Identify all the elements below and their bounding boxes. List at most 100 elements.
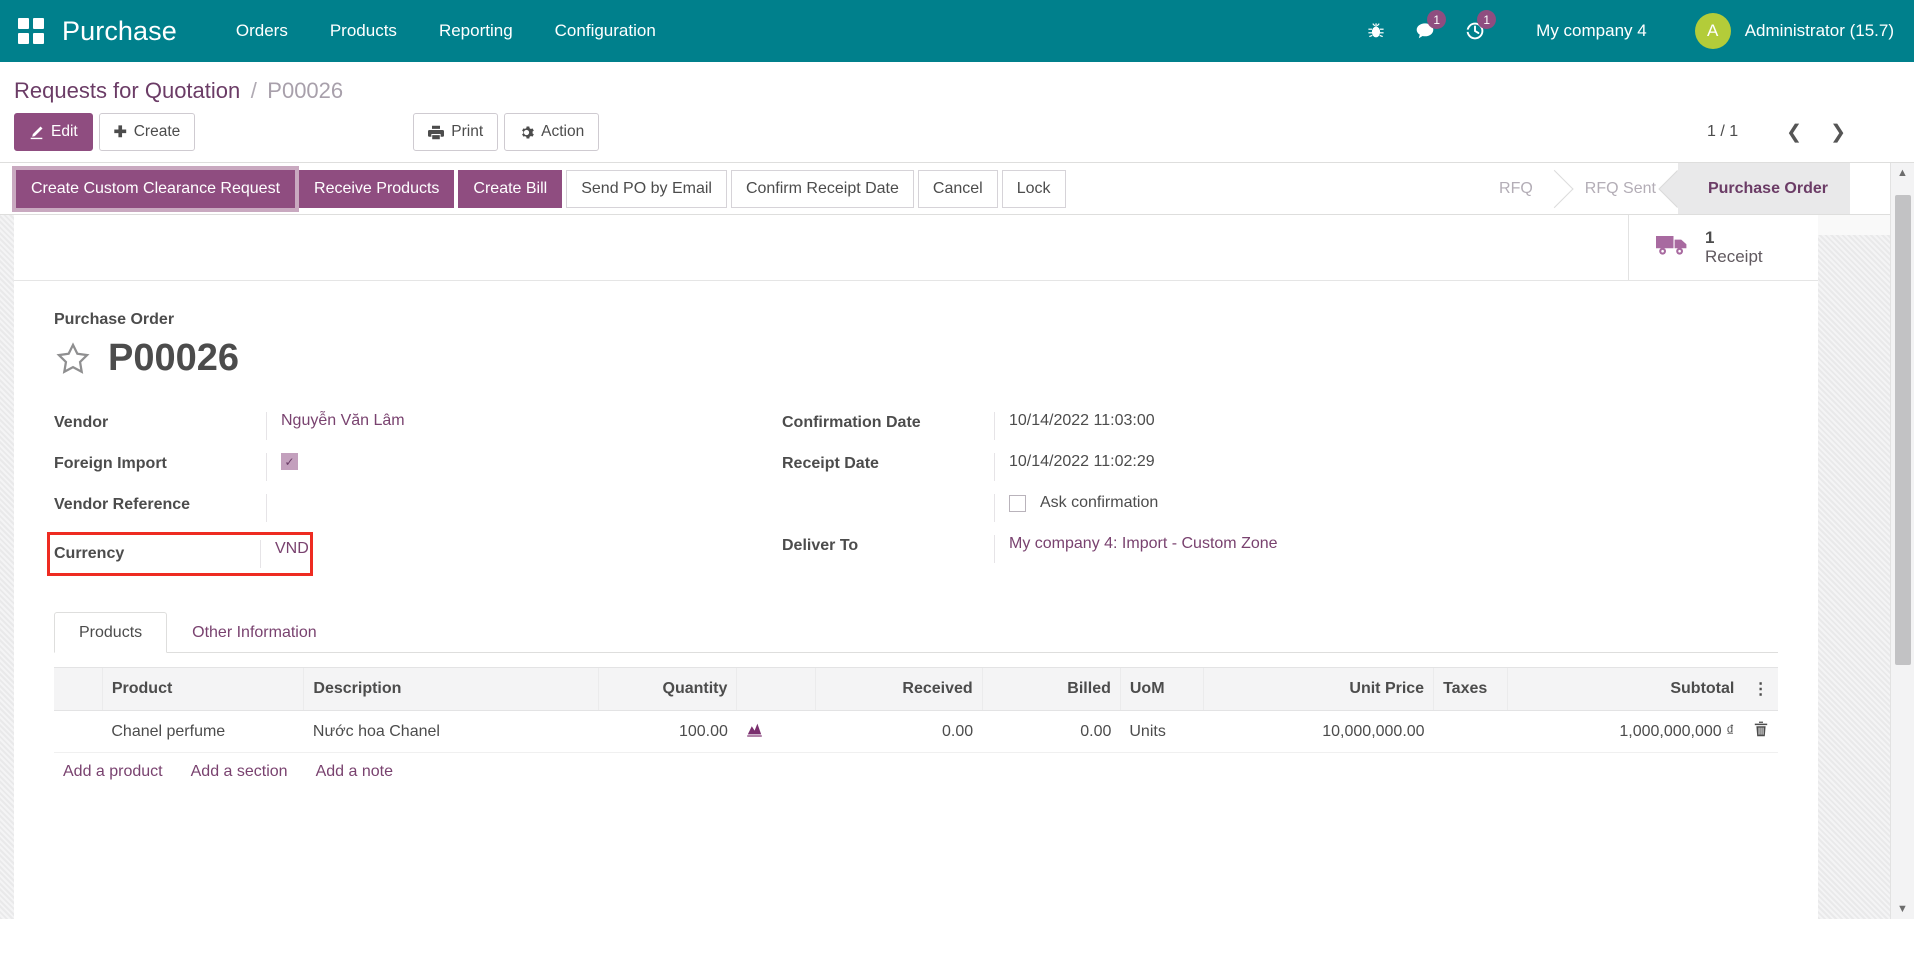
field-vendor-reference-value[interactable] <box>266 494 774 522</box>
form-view-container: Create Custom Clearance Request Receive … <box>0 162 1914 919</box>
apps-grid-icon[interactable] <box>0 0 62 62</box>
top-navbar: Purchase Orders Products Reporting Confi… <box>0 0 1914 62</box>
menu-reporting[interactable]: Reporting <box>418 0 534 62</box>
field-currency: Currency VND <box>50 535 310 573</box>
tab-other-information[interactable]: Other Information <box>167 612 342 653</box>
cell-billed[interactable]: 0.00 <box>982 711 1120 753</box>
messages-badge: 1 <box>1427 10 1446 29</box>
caret-down-icon[interactable]: ▼ <box>1891 899 1914 919</box>
receipt-count: 1 <box>1705 229 1763 247</box>
control-panel-actions: Print Action <box>413 113 599 151</box>
sheet-left-margin <box>0 163 14 919</box>
chevron-right-icon[interactable]: ❯ <box>1816 123 1860 142</box>
create-bill-button[interactable]: Create Bill <box>458 170 562 208</box>
foreign-import-checkbox[interactable]: ✓ <box>281 453 298 470</box>
tab-products[interactable]: Products <box>54 612 167 653</box>
chart-area-icon[interactable] <box>746 724 763 741</box>
column-subtotal[interactable]: Subtotal <box>1507 668 1743 711</box>
form-sheet: Purchase Order P00026 Vendor Nguyễn Văn … <box>14 281 1818 919</box>
trash-icon[interactable] <box>1754 724 1768 741</box>
column-description[interactable]: Description <box>304 668 599 711</box>
menu-products[interactable]: Products <box>309 0 418 62</box>
status-button-bar: Create Custom Clearance Request Receive … <box>0 163 1914 215</box>
plus-icon: ✚ <box>114 123 127 142</box>
scrollbar-thumb[interactable] <box>1895 195 1911 665</box>
cell-description[interactable]: Nước hoa Chanel <box>304 711 599 753</box>
vertical-dots-icon[interactable]: ⋮ <box>1743 668 1778 711</box>
stage-purchase-order[interactable]: Purchase Order <box>1678 163 1850 214</box>
field-receipt-date-value[interactable]: 10/14/2022 11:02:29 <box>994 453 1502 481</box>
gear-icon <box>519 125 534 140</box>
chevron-left-icon[interactable]: ❮ <box>1772 123 1816 142</box>
column-product[interactable]: Product <box>102 668 304 711</box>
receipt-smart-button[interactable]: 1 Receipt <box>1628 215 1818 280</box>
breadcrumb-parent[interactable]: Requests for Quotation <box>14 78 240 103</box>
field-foreign-import: Foreign Import ✓ <box>54 453 774 494</box>
column-billed[interactable]: Billed <box>982 668 1120 711</box>
action-button-label: Action <box>541 123 584 141</box>
edit-button[interactable]: Edit <box>14 113 93 151</box>
vertical-scrollbar[interactable]: ▲ ▼ <box>1890 163 1914 919</box>
column-unit-price[interactable]: Unit Price <box>1203 668 1433 711</box>
activities-clock-icon[interactable]: 1 <box>1450 0 1500 62</box>
table-row[interactable]: Chanel perfume Nước hoa Chanel 100.00 <box>54 711 1778 753</box>
field-vendor-value[interactable]: Nguyễn Văn Lâm <box>266 412 774 440</box>
notebook-tabs: Products Other Information <box>54 612 1778 653</box>
field-deliver-to-label: Deliver To <box>782 535 994 555</box>
lock-button[interactable]: Lock <box>1002 170 1066 208</box>
ask-confirmation-checkbox[interactable] <box>1009 495 1026 512</box>
column-uom[interactable]: UoM <box>1120 668 1203 711</box>
column-received[interactable]: Received <box>815 668 982 711</box>
cell-product[interactable]: Chanel perfume <box>102 711 304 753</box>
cell-taxes[interactable] <box>1434 711 1508 753</box>
order-lines-table: Product Description Quantity Received Bi… <box>54 667 1778 753</box>
app-brand-purchase[interactable]: Purchase <box>62 16 215 47</box>
print-button[interactable]: Print <box>413 113 498 151</box>
star-outline-icon[interactable] <box>54 341 92 382</box>
send-po-by-email-button[interactable]: Send PO by Email <box>566 170 727 208</box>
column-taxes[interactable]: Taxes <box>1434 668 1508 711</box>
field-ask-confirmation-value: Ask confirmation <box>994 494 1502 522</box>
column-quantity[interactable]: Quantity <box>599 668 737 711</box>
control-panel: Edit ✚ Create Print Action 1 / 1 ❮ ❯ <box>0 106 1914 162</box>
add-a-section-link[interactable]: Add a section <box>191 763 288 781</box>
receive-products-button[interactable]: Receive Products <box>299 170 454 208</box>
form-column-right: Confirmation Date 10/14/2022 11:03:00 Re… <box>782 412 1502 576</box>
caret-up-icon[interactable]: ▲ <box>1891 163 1914 183</box>
cell-uom[interactable]: Units <box>1120 711 1203 753</box>
add-a-note-link[interactable]: Add a note <box>316 763 393 781</box>
confirm-receipt-date-button[interactable]: Confirm Receipt Date <box>731 170 914 208</box>
cell-unit-price[interactable]: 10,000,000.00 <box>1203 711 1433 753</box>
pager-count: 1 / 1 <box>1707 123 1738 141</box>
bug-icon[interactable] <box>1352 0 1400 62</box>
field-currency-value[interactable]: VND <box>260 540 314 568</box>
navbar-right-group: 1 1 My company 4 A Administrator (15.7) <box>1352 0 1898 62</box>
field-deliver-to-value[interactable]: My company 4: Import - Custom Zone <box>994 535 1502 563</box>
menu-configuration[interactable]: Configuration <box>534 0 677 62</box>
company-switcher[interactable]: My company 4 <box>1500 21 1673 41</box>
breadcrumb-current: P00026 <box>267 78 343 103</box>
field-confirmation-date-value[interactable]: 10/14/2022 11:03:00 <box>994 412 1502 440</box>
field-receipt-date: Receipt Date 10/14/2022 11:02:29 <box>782 453 1502 494</box>
cell-received[interactable]: 0.00 <box>815 711 982 753</box>
table-header-row: Product Description Quantity Received Bi… <box>54 668 1778 711</box>
user-menu[interactable]: A Administrator (15.7) <box>1673 13 1898 49</box>
statusbar-stages: RFQ RFQ Sent Purchase Order <box>1469 163 1914 214</box>
column-quantity-widget <box>737 668 815 711</box>
cancel-button[interactable]: Cancel <box>918 170 998 208</box>
action-button[interactable]: Action <box>504 113 599 151</box>
create-button[interactable]: ✚ Create <box>99 113 196 151</box>
add-a-product-link[interactable]: Add a product <box>63 763 163 781</box>
messages-icon[interactable]: 1 <box>1400 0 1450 62</box>
stage-rfq[interactable]: RFQ <box>1469 163 1555 214</box>
record-title-row: P00026 <box>54 333 1778 382</box>
receipt-smart-button-text: 1 Receipt <box>1705 229 1763 266</box>
menu-orders[interactable]: Orders <box>215 0 309 62</box>
cell-delete[interactable] <box>1743 711 1778 753</box>
row-handle[interactable] <box>54 711 102 753</box>
printer-icon <box>428 125 444 140</box>
cell-quantity[interactable]: 100.00 <box>599 711 737 753</box>
field-foreign-import-label: Foreign Import <box>54 453 266 473</box>
cell-quantity-widget[interactable] <box>737 711 815 753</box>
create-custom-clearance-request-button[interactable]: Create Custom Clearance Request <box>16 170 295 208</box>
